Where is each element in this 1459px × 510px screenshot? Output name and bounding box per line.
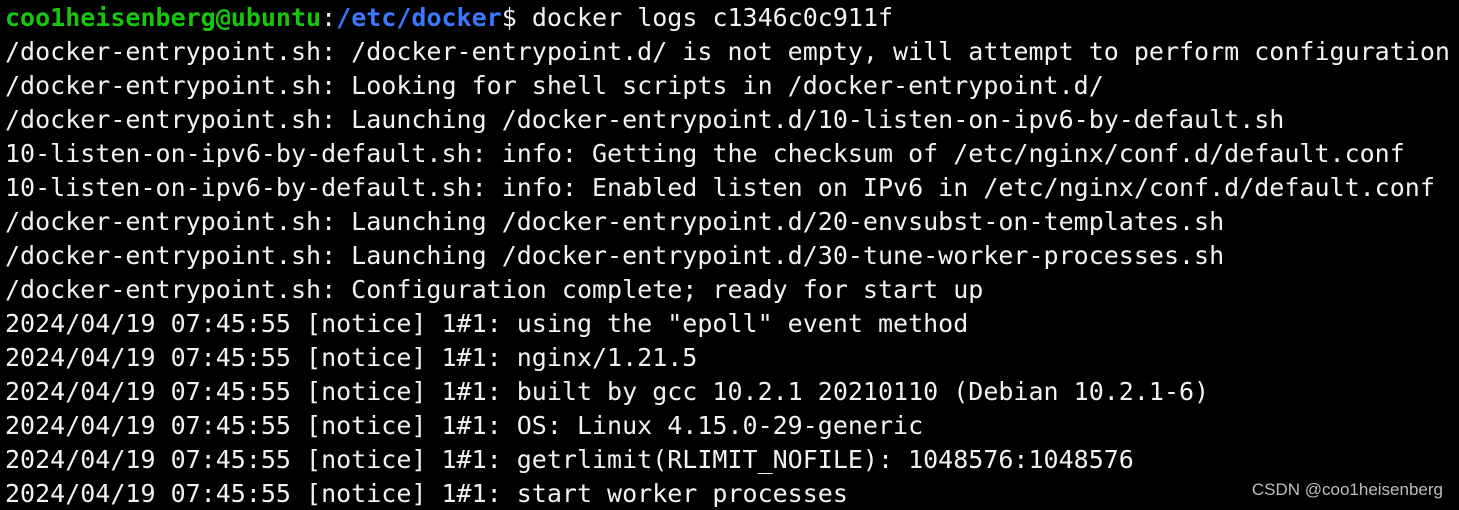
log-line: 2024/04/19 07:45:55 [notice] 1#1: nginx/…	[5, 343, 698, 372]
csdn-watermark: CSDN @coo1heisenberg	[1251, 480, 1443, 499]
log-line: /docker-entrypoint.sh: /docker-entrypoin…	[5, 37, 1450, 66]
prompt-command: docker logs c1346c0c911f	[516, 3, 894, 32]
prompt-separator: :	[321, 3, 337, 32]
prompt-symbol: $	[501, 3, 517, 32]
log-line: /docker-entrypoint.sh: Configuration com…	[5, 275, 984, 304]
log-line: 2024/04/19 07:45:55 [notice] 1#1: OS: Li…	[5, 411, 924, 440]
log-line: 2024/04/19 07:45:55 [notice] 1#1: getrli…	[5, 445, 1134, 474]
log-line: /docker-entrypoint.sh: Launching /docker…	[5, 241, 1225, 270]
log-line: 10-listen-on-ipv6-by-default.sh: info: E…	[5, 173, 1435, 202]
prompt-line: coo1heisenberg@ubuntu:/etc/docker$ docke…	[5, 1, 1450, 35]
prompt-path: /etc/docker	[336, 3, 502, 32]
prompt-user-host: coo1heisenberg@ubuntu	[5, 3, 322, 32]
terminal-window[interactable]: coo1heisenberg@ubuntu:/etc/docker$ docke…	[0, 0, 1459, 510]
log-line: 2024/04/19 07:45:55 [notice] 1#1: start …	[5, 479, 848, 508]
log-line: 2024/04/19 07:45:55 [notice] 1#1: built …	[5, 377, 1210, 406]
terminal-output: coo1heisenberg@ubuntu:/etc/docker$ docke…	[5, 1, 1450, 510]
log-line: /docker-entrypoint.sh: Looking for shell…	[5, 71, 1104, 100]
log-line: 10-listen-on-ipv6-by-default.sh: info: G…	[5, 139, 1405, 168]
log-line: /docker-entrypoint.sh: Launching /docker…	[5, 105, 1285, 134]
log-line: 2024/04/19 07:45:55 [notice] 1#1: using …	[5, 309, 969, 338]
log-line: /docker-entrypoint.sh: Launching /docker…	[5, 207, 1225, 236]
